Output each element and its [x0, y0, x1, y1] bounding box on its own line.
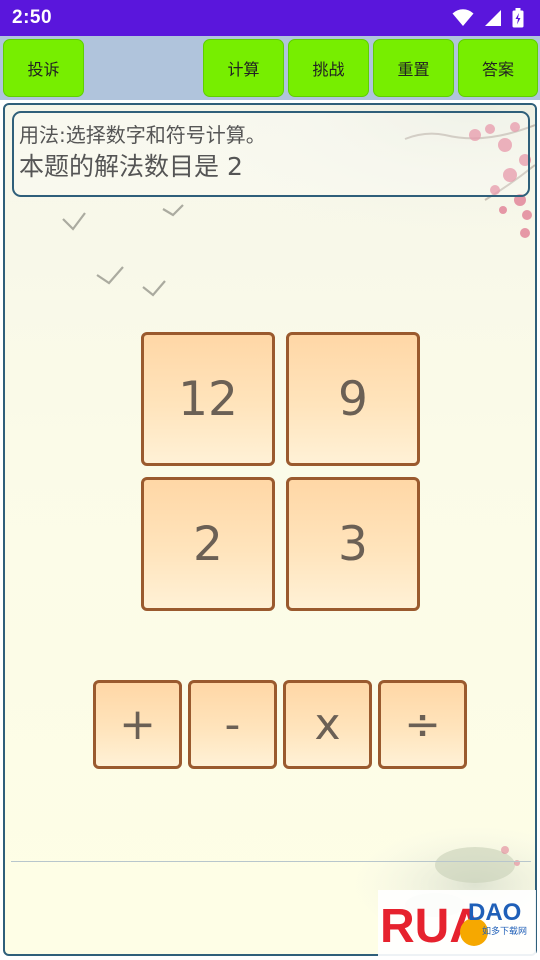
solution-count-text: 本题的解法数目是 2 — [19, 152, 243, 181]
info-box: 用法:选择数字和符号计算。 本题的解法数目是 2 — [12, 111, 530, 197]
divider — [11, 861, 531, 862]
svg-text:如多下载网: 如多下载网 — [482, 925, 527, 937]
svg-text:DAO: DAO — [468, 899, 521, 926]
game-panel: 用法:选择数字和符号计算。 本题的解法数目是 2 12 9 2 3 + - x … — [3, 103, 537, 956]
toolbar: 投诉 计算 挑战 重置 答案 — [0, 36, 540, 100]
number-tile[interactable]: 3 — [286, 477, 420, 611]
battery-icon — [512, 8, 524, 28]
divide-operator-button[interactable]: ÷ — [378, 680, 467, 769]
plus-operator-button[interactable]: + — [93, 680, 182, 769]
watermark-logo: RUA DAO 如多下载网 — [378, 890, 536, 956]
usage-text: 用法:选择数字和符号计算。 — [19, 123, 266, 147]
status-time: 2:50 — [12, 7, 53, 28]
multiply-operator-button[interactable]: x — [283, 680, 372, 769]
signal-icon — [485, 10, 501, 26]
number-tile[interactable]: 9 — [286, 332, 420, 466]
minus-operator-button[interactable]: - — [188, 680, 277, 769]
calculate-button[interactable]: 计算 — [203, 39, 284, 97]
challenge-button[interactable]: 挑战 — [288, 39, 369, 97]
status-icons — [452, 8, 524, 28]
answer-button[interactable]: 答案 — [458, 39, 538, 97]
number-tile[interactable]: 12 — [141, 332, 275, 466]
number-tile[interactable]: 2 — [141, 477, 275, 611]
complain-button[interactable]: 投诉 — [3, 39, 84, 97]
status-bar: 2:50 — [0, 0, 540, 36]
wifi-icon — [452, 9, 474, 26]
reset-button[interactable]: 重置 — [373, 39, 454, 97]
